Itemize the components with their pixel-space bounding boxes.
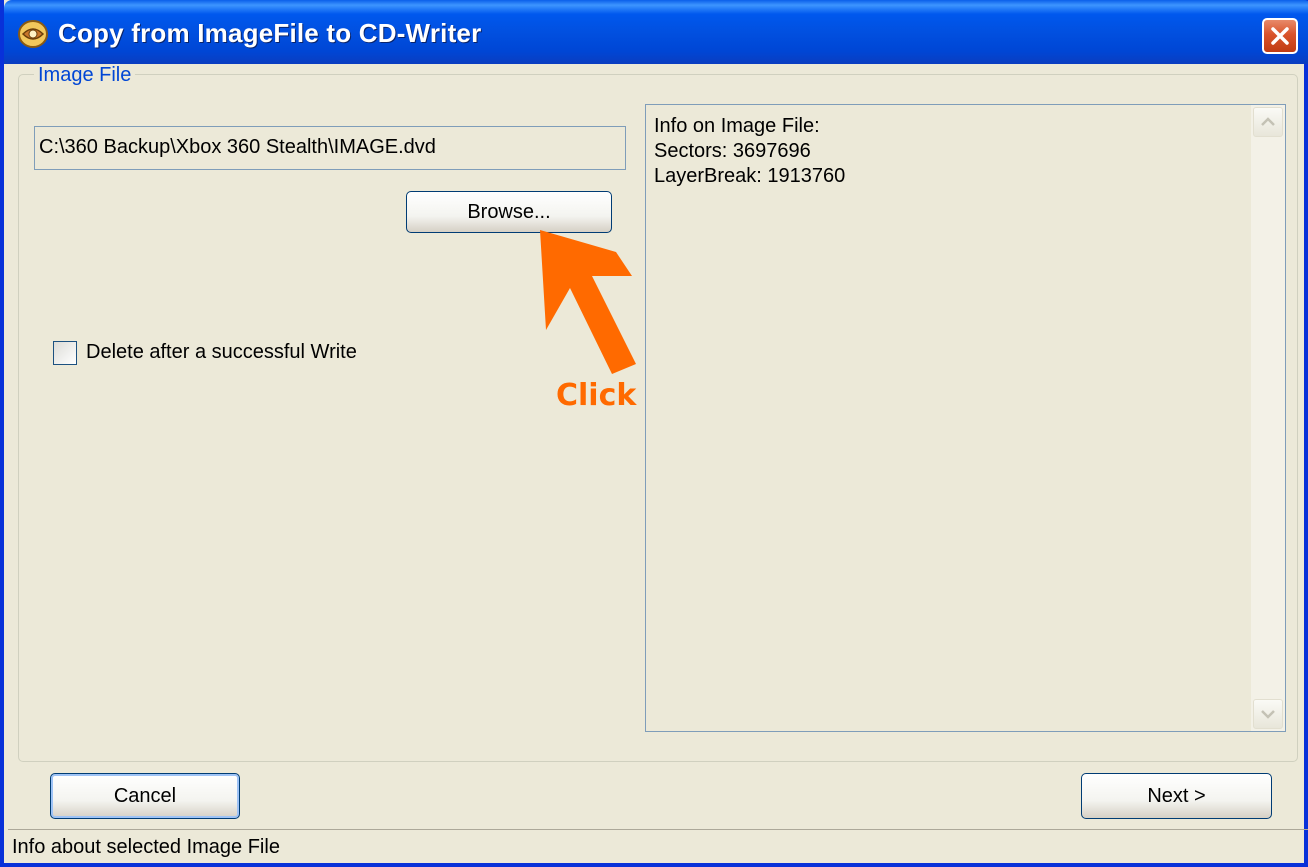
info-sectors: Sectors: 3697696 xyxy=(654,140,811,162)
image-path-field[interactable]: C:\360 Backup\Xbox 360 Stealth\IMAGE.dvd xyxy=(34,126,626,170)
chevron-down-icon xyxy=(1261,710,1275,719)
status-text: Info about selected Image File xyxy=(12,836,280,858)
next-button[interactable]: Next > xyxy=(1081,773,1272,819)
dialog-window: Copy from ImageFile to CD-Writer Image F… xyxy=(0,0,1308,867)
info-heading: Info on Image File: xyxy=(654,115,820,137)
window-title: Copy from ImageFile to CD-Writer xyxy=(58,18,482,48)
delete-after-write-checkbox[interactable] xyxy=(53,341,77,365)
close-icon xyxy=(1271,27,1289,45)
group-legend: Image File xyxy=(34,64,136,87)
scroll-down-button[interactable] xyxy=(1253,699,1283,729)
app-logo-icon xyxy=(18,20,48,48)
close-button[interactable] xyxy=(1262,18,1298,54)
cancel-button[interactable]: Cancel xyxy=(50,773,240,819)
info-scrollbar[interactable] xyxy=(1251,105,1285,731)
title-bar[interactable]: Copy from ImageFile to CD-Writer xyxy=(4,0,1308,64)
status-bar: Info about selected Image File xyxy=(8,829,1308,863)
delete-after-write-label[interactable]: Delete after a successful Write xyxy=(86,341,357,364)
chevron-up-icon xyxy=(1261,117,1275,126)
info-layerbreak: LayerBreak: 1913760 xyxy=(654,165,846,187)
annotation-arrow-icon xyxy=(540,230,636,374)
scroll-up-button[interactable] xyxy=(1253,107,1283,137)
image-info-panel[interactable]: Info on Image File: Sectors: 3697696 Lay… xyxy=(645,104,1286,732)
